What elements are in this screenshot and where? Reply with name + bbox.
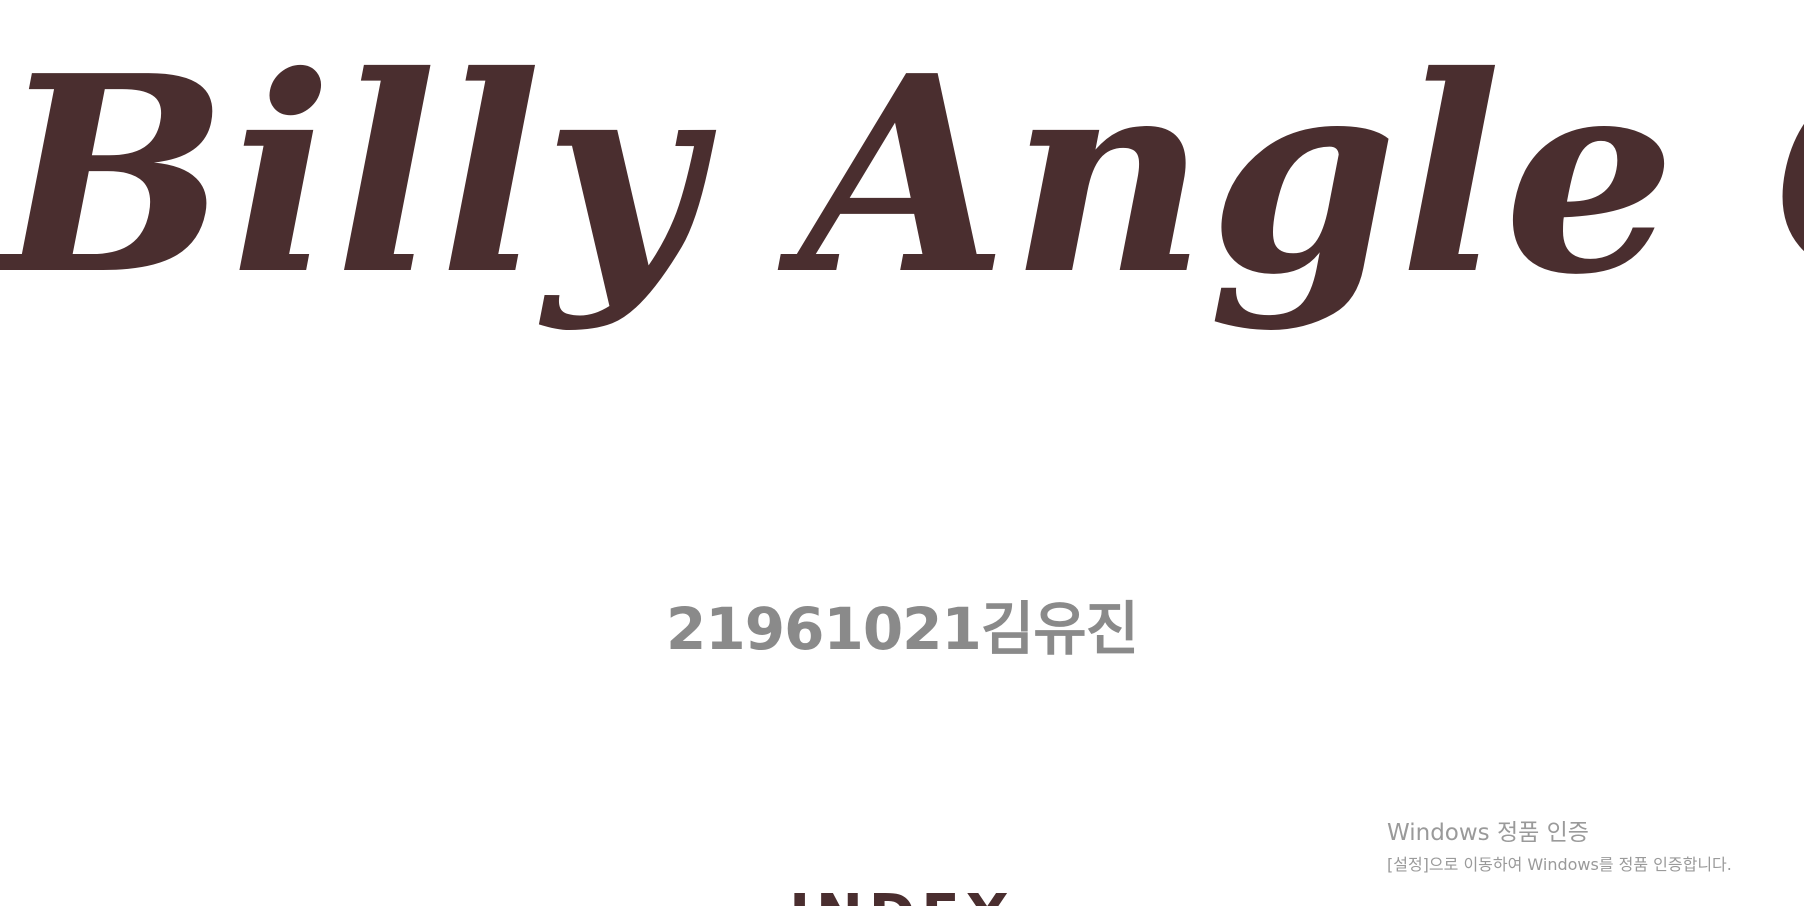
student-id-name: 21961021김유진 [666, 595, 1139, 663]
watermark-title: Windows 정품 인증 [1387, 820, 1589, 846]
brand-title: Billy Angle Cake [0, 16, 1804, 334]
windows-activation-watermark: Windows 정품 인증 [설정]으로 이동하여 Windows를 정품 인증… [1387, 820, 1732, 876]
watermark-subtitle: [설정]으로 이동하여 Windows를 정품 인증합니다. [1387, 854, 1732, 874]
index-heading: INDEX [0, 888, 1804, 906]
landing-page: Billy Angle Cake 21961021김유진 INDEX Windo… [0, 0, 1804, 906]
